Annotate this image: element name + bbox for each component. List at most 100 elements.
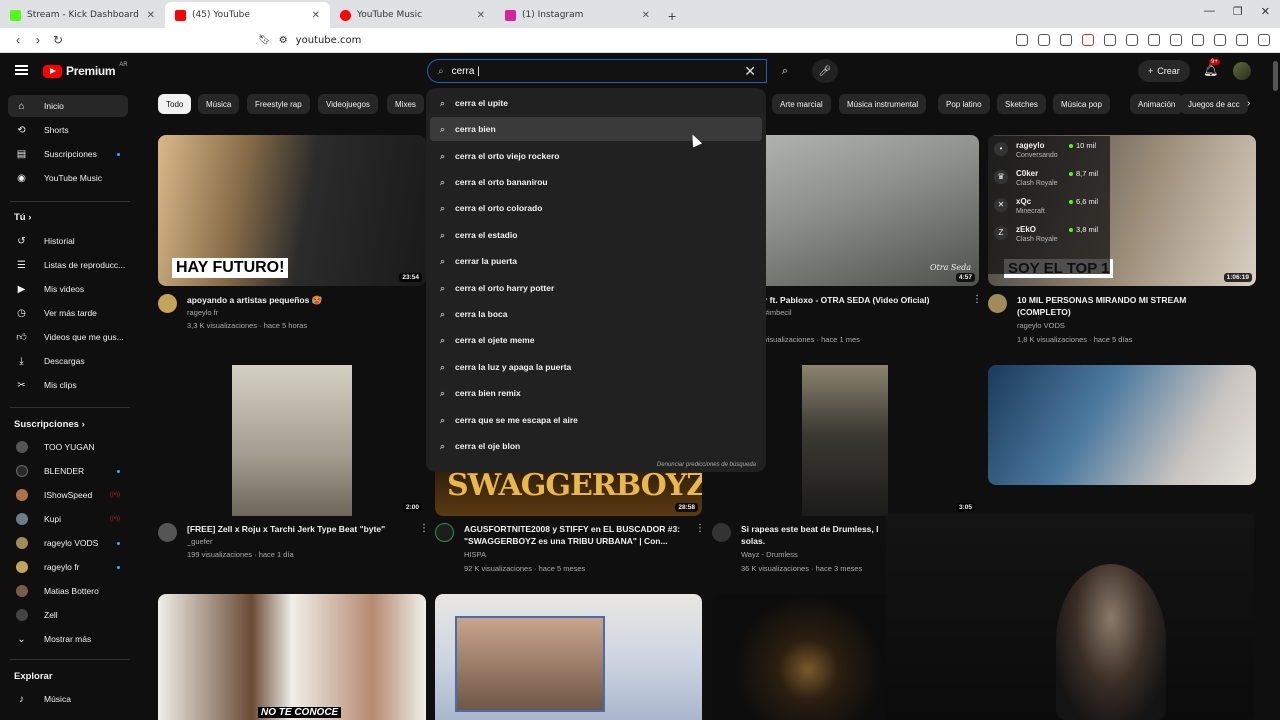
sidebar-item-shorts[interactable]: ⟲ Shorts <box>8 119 128 141</box>
channel-avatar[interactable] <box>712 523 731 542</box>
sidebar-sub-item[interactable]: IShowSpeed ((•)) <box>8 484 128 506</box>
extension-icon[interactable] <box>1126 34 1138 46</box>
site-info-icon[interactable]: ⚙︎ <box>279 35 288 46</box>
suggestion-item[interactable]: ⌕ cerra que se me escapa el aire <box>430 408 762 432</box>
suggestion-item[interactable]: ⌕ cerra el oje blon <box>430 434 762 458</box>
sidebar-sub-item[interactable]: Kupi ((•)) <box>8 508 128 530</box>
sidebar-item-subscriptions[interactable]: ▤ Suscripciones <box>8 143 128 165</box>
extension-icon[interactable] <box>1148 34 1160 46</box>
video-thumbnail[interactable]: HAY FUTURO! 23:54 <box>158 135 426 286</box>
chip[interactable]: Juegos de acc <box>1180 94 1248 114</box>
extension-icon[interactable] <box>1060 34 1072 46</box>
chip[interactable]: Arte marcial <box>772 94 831 114</box>
chip[interactable]: Pop latino <box>938 94 990 114</box>
tab-youtube-music[interactable]: YouTube Music ✕ <box>330 2 495 28</box>
tab-instagram[interactable]: (1) Instagram ✕ <box>495 2 660 28</box>
search-input[interactable] <box>451 65 745 77</box>
video-thumbnail[interactable]: NO TE CONOCE <box>158 594 426 720</box>
subscriptions-section-title[interactable]: Suscripciones › <box>14 419 85 430</box>
sidebar-sub-item[interactable]: rageylo VODS <box>8 532 128 554</box>
extension-icon[interactable] <box>1104 34 1116 46</box>
tab-kick[interactable]: Stream - Kick Dashboard ✕ <box>0 2 165 28</box>
suggestion-item[interactable]: ⌕ cerra el upite <box>430 91 762 115</box>
more-options-icon[interactable]: ⋮ <box>695 523 705 534</box>
extension-icon[interactable] <box>1170 34 1182 46</box>
video-title[interactable]: Si rapeas este beat de Drumless, l solas… <box>741 523 891 547</box>
extension-icon[interactable] <box>1214 34 1226 46</box>
chip[interactable]: Mixes <box>387 94 424 114</box>
sidebar-item-home[interactable]: ⌂ Inicio <box>8 95 128 117</box>
reload-icon[interactable]: ↻ <box>48 33 68 47</box>
voice-search-button[interactable]: 🎤︎ <box>812 59 838 83</box>
close-tab-icon[interactable]: ✕ <box>312 10 320 21</box>
tab-youtube[interactable]: (45) YouTube ✕ <box>165 2 330 28</box>
extension-icon[interactable] <box>1016 34 1028 46</box>
channel-name[interactable]: Wayz - Drumless <box>741 550 798 559</box>
suggestion-item[interactable]: ⌕ cerra la boca <box>430 302 762 326</box>
sidebar-item-clips[interactable]: ✂ Mis clips <box>8 374 128 396</box>
extension-icon[interactable] <box>1192 34 1204 46</box>
sidebar-sub-item[interactable]: BLENDER <box>8 460 128 482</box>
channel-name[interactable]: _guefer <box>187 537 212 546</box>
chip-all[interactable]: Todo <box>158 94 192 114</box>
create-button[interactable]: + Crear <box>1138 60 1190 82</box>
sidebar-item-my-videos[interactable]: ▶ Mis videos <box>8 278 128 300</box>
video-title[interactable]: AGUSFORTNITE2008 y STIFFY en EL BUSCADOR… <box>464 523 694 547</box>
sidebar-item-watch-later[interactable]: ◷ Ver más tarde <box>8 302 128 324</box>
sidebar-sub-item[interactable]: rageylo fr <box>8 556 128 578</box>
sidebar-sub-item[interactable]: Matias Bottero <box>8 580 128 602</box>
forward-icon[interactable]: › <box>28 33 48 47</box>
suggestion-item[interactable]: ⌕ cerrar la puerta <box>430 249 762 273</box>
report-predictions-link[interactable]: Denunciar predicciones de búsqueda <box>657 462 756 468</box>
sidebar-item-liked[interactable]: 👍︎ Videos que me gus... <box>8 326 128 348</box>
more-options-icon[interactable]: ⋮ <box>419 523 429 534</box>
page-scrollbar[interactable] <box>1271 53 1280 720</box>
suggestion-item[interactable]: ⌕ cerra el estadio <box>430 223 762 247</box>
chip[interactable]: Sketches <box>997 94 1046 114</box>
video-thumbnail[interactable]: 2:00 <box>158 365 426 516</box>
channel-avatar[interactable] <box>988 294 1007 313</box>
avatar[interactable] <box>1233 62 1251 80</box>
bookmark-icon[interactable]: 🔖︎ <box>258 35 271 46</box>
channel-name[interactable]: HISPA <box>464 550 486 559</box>
scrollbar-thumb[interactable] <box>1273 61 1278 91</box>
suggestion-item[interactable]: ⌕ cerra el orto colorado <box>430 196 762 220</box>
sidebar-sub-item[interactable]: TOO YUGAN <box>8 436 128 458</box>
video-title[interactable]: 10 MIL PERSONAS MIRANDO MI STREAM (COMPL… <box>1017 294 1232 318</box>
video-title[interactable]: r ft. Pabloxo - OTRA SEDA (Video Oficial… <box>764 294 954 306</box>
suggestion-item[interactable]: ⌕ cerra el orto viejo rockero <box>430 144 762 168</box>
video-title[interactable]: apoyando a artistas pequeños 🥵 <box>187 294 412 306</box>
video-thumbnail[interactable] <box>435 594 702 720</box>
suggestion-item[interactable]: ⌕ cerra bien <box>430 117 762 141</box>
back-icon[interactable]: ‹ <box>8 33 28 47</box>
close-tab-icon[interactable]: ✕ <box>477 10 485 21</box>
sidebar-item-youtube-music[interactable]: ◉ YouTube Music <box>8 167 128 189</box>
sidebar-item-playlists[interactable]: ☰ Listas de reproducc... <box>8 254 128 276</box>
menu-icon[interactable] <box>1258 34 1270 46</box>
chip[interactable]: Música <box>198 94 240 114</box>
chevron-right-icon[interactable]: › <box>1247 98 1250 109</box>
sidebar-sub-item[interactable]: Zell <box>8 604 128 626</box>
url-field[interactable]: 🔖︎ ⚙︎ youtube.com <box>258 35 361 46</box>
close-window-icon[interactable]: ✕ <box>1261 5 1270 18</box>
suggestion-item[interactable]: ⌕ cerra la luz y apaga la puerta <box>430 355 762 379</box>
suggestion-item[interactable]: ⌕ cerra bien remix <box>430 381 762 405</box>
chip[interactable]: Música pop <box>1053 94 1110 114</box>
show-more-button[interactable]: ⌄ Mostrar más <box>8 628 128 650</box>
youtube-logo[interactable]: Premium AR <box>43 62 128 78</box>
search-button[interactable]: ⌕ <box>771 59 799 83</box>
more-options-icon[interactable]: ⋮ <box>972 294 982 305</box>
maximize-icon[interactable]: ❐ <box>1233 5 1243 18</box>
extension-icon[interactable] <box>1236 34 1248 46</box>
video-title[interactable]: [FREE] Zell x Roju x Tarchi Jerk Type Be… <box>187 523 412 535</box>
channel-name[interactable]: rageylo fr <box>187 308 218 317</box>
minimize-icon[interactable]: — <box>1204 5 1215 18</box>
suggestion-item[interactable]: ⌕ cerra el orto bananirou <box>430 170 762 194</box>
close-tab-icon[interactable]: ✕ <box>642 10 650 21</box>
extension-icon[interactable] <box>1082 34 1094 46</box>
notifications-button[interactable]: 🔔︎ 9+ <box>1203 59 1220 77</box>
channel-name[interactable]: #imbecil <box>764 308 792 317</box>
video-thumbnail[interactable] <box>712 594 887 720</box>
extension-icon[interactable] <box>1038 34 1050 46</box>
video-thumbnail[interactable] <box>988 365 1256 485</box>
